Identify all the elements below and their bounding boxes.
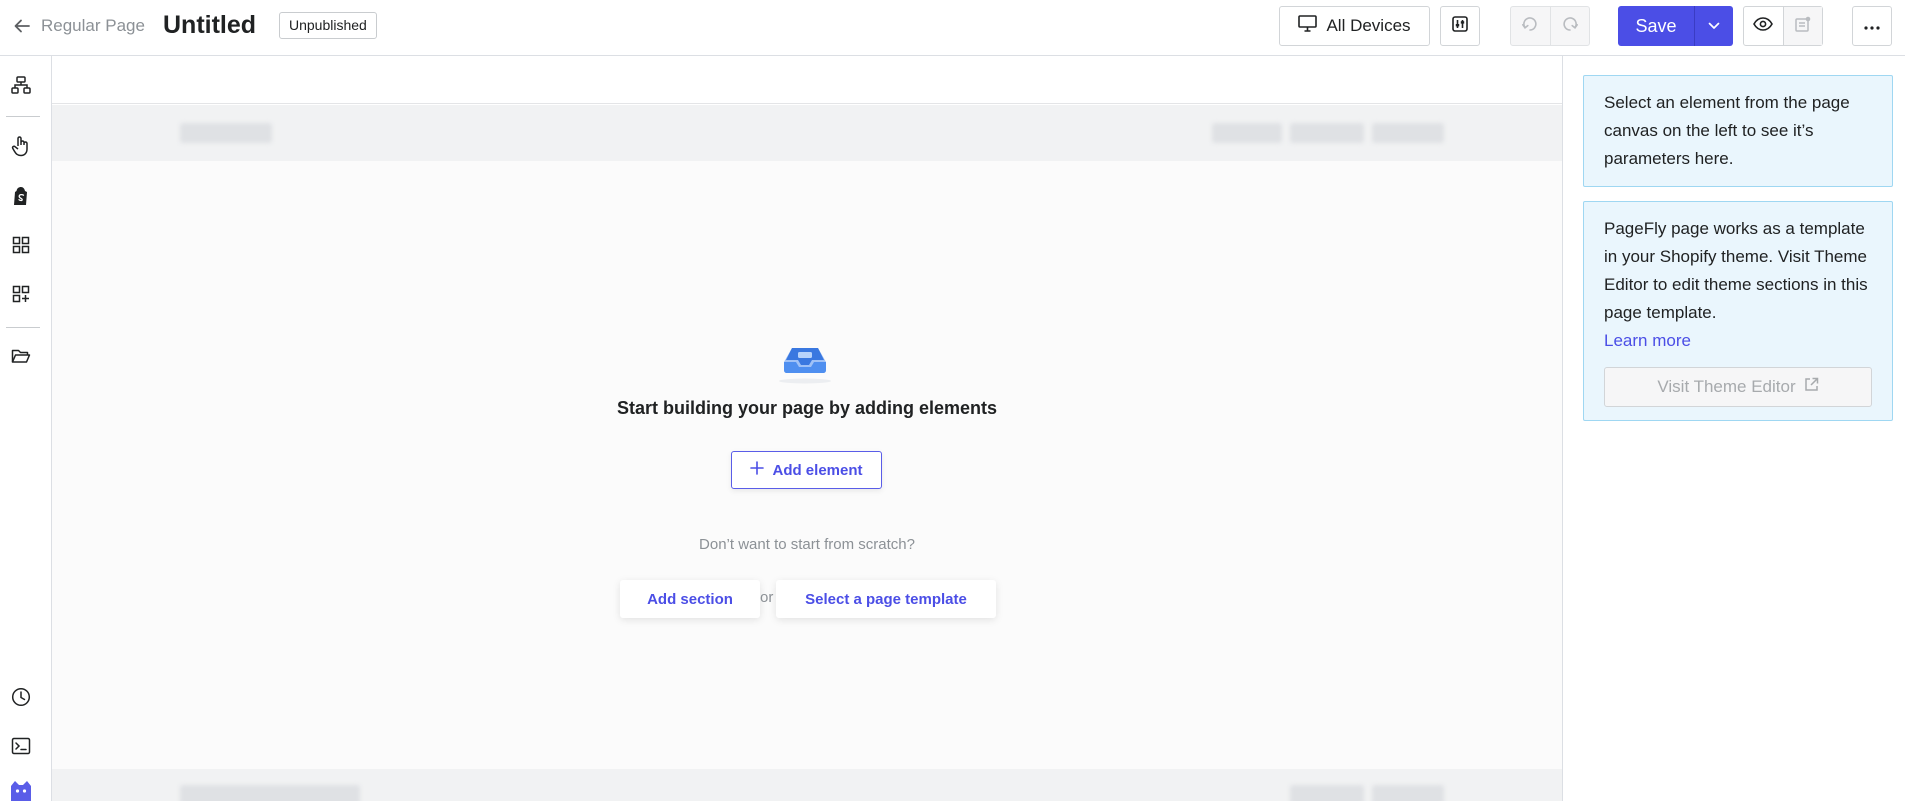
save-options-dropdown[interactable] <box>1694 6 1733 46</box>
undo-button[interactable] <box>1511 7 1551 45</box>
selection-hint-text: Select an element from the page canvas o… <box>1604 93 1850 168</box>
all-devices-label: All Devices <box>1326 16 1411 35</box>
chevron-down-icon <box>1708 17 1720 35</box>
or-separator: or <box>760 589 774 606</box>
undo-redo-group <box>1510 6 1590 46</box>
hand-pointer-icon[interactable] <box>6 131 36 161</box>
history-clock-icon[interactable] <box>6 682 36 712</box>
add-section-button[interactable]: Add section <box>620 580 760 618</box>
add-element-label: Add element <box>772 461 863 479</box>
external-link-icon <box>1804 373 1819 401</box>
ghost-footer-placeholder <box>52 769 1562 801</box>
ghost-header-placeholder <box>52 105 1562 161</box>
page-settings-button[interactable] <box>1440 6 1480 46</box>
redo-icon <box>1561 15 1579 38</box>
visit-theme-editor-label: Visit Theme Editor <box>1657 377 1796 396</box>
top-bar: Regular Page Untitled Unpublished All De… <box>0 0 1905 56</box>
more-actions-button[interactable] <box>1852 6 1892 46</box>
select-page-template-button[interactable]: Select a page template <box>776 580 996 618</box>
breadcrumb-page-type[interactable]: Regular Page <box>41 16 145 36</box>
more-horizontal-icon <box>1864 17 1880 35</box>
empty-state-title: Start building your page by adding eleme… <box>616 398 998 418</box>
add-element-button[interactable]: Add element <box>731 451 882 489</box>
save-button[interactable]: Save <box>1618 6 1694 46</box>
plus-icon <box>750 461 765 479</box>
selection-hint-card: Select an element from the page canvas o… <box>1583 75 1893 187</box>
preview-button[interactable] <box>1744 7 1784 45</box>
folder-open-icon[interactable] <box>6 341 36 371</box>
terminal-icon[interactable] <box>6 731 36 761</box>
eye-icon <box>1753 16 1774 36</box>
redo-button[interactable] <box>1551 7 1590 45</box>
empty-state-subtitle: Don’t want to start from scratch? <box>699 536 915 553</box>
preview-group <box>1743 6 1823 46</box>
pagefly-mascot-avatar[interactable] <box>9 780 33 801</box>
theme-info-text: PageFly page works as a template in your… <box>1604 219 1868 322</box>
desktop-monitor-icon <box>1298 15 1318 37</box>
status-badge: Unpublished <box>279 12 377 39</box>
all-devices-button[interactable]: All Devices <box>1279 6 1430 46</box>
publish-preview-button[interactable] <box>1783 7 1822 45</box>
left-tool-rail <box>0 56 52 801</box>
page-canvas[interactable]: Start building your page by adding eleme… <box>52 56 1562 801</box>
grid-icon[interactable] <box>6 230 36 260</box>
back-arrow-icon[interactable] <box>12 14 32 38</box>
grid-plus-icon[interactable] <box>6 279 36 309</box>
save-button-group: Save <box>1618 6 1733 46</box>
theme-info-card: PageFly page works as a template in your… <box>1583 201 1893 421</box>
canvas-top-strip <box>52 56 1562 104</box>
inspector-panel: Select an element from the page canvas o… <box>1562 56 1905 801</box>
empty-tray-icon <box>776 334 834 386</box>
page-title[interactable]: Untitled <box>163 11 256 40</box>
undo-icon <box>1521 15 1539 38</box>
learn-more-link[interactable]: Learn more <box>1604 331 1691 350</box>
page-preview-icon <box>1794 15 1812 38</box>
shopify-bag-icon[interactable] <box>6 181 36 211</box>
sliders-icon <box>1451 15 1469 38</box>
visit-theme-editor-button[interactable]: Visit Theme Editor <box>1604 367 1872 407</box>
layers-tree-icon[interactable] <box>6 70 36 100</box>
